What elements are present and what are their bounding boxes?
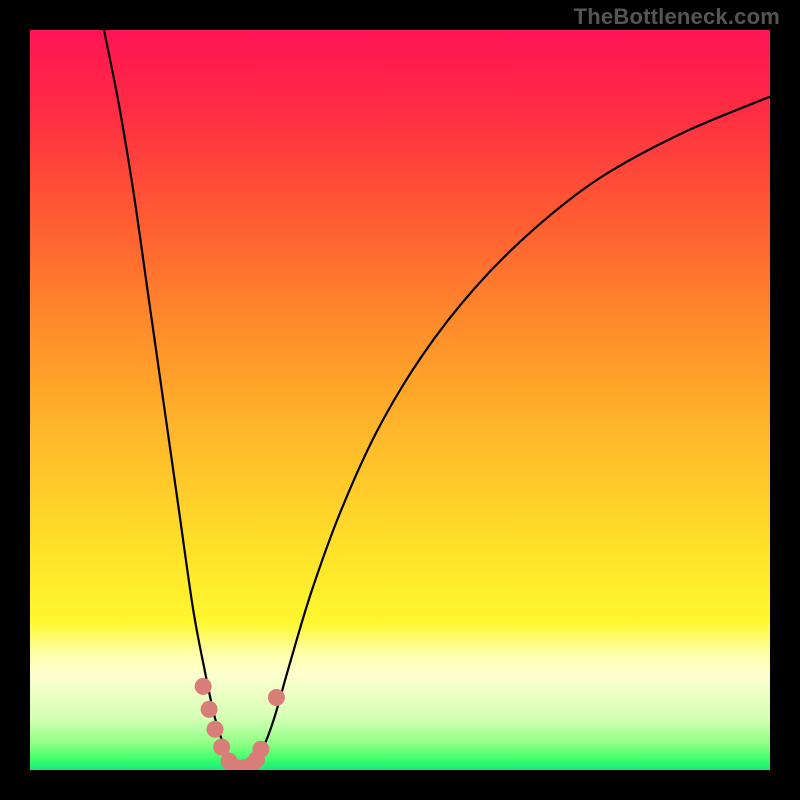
- watermark-label: TheBottleneck.com: [574, 4, 780, 30]
- highlight-marker: [252, 741, 269, 758]
- highlight-marker: [195, 678, 212, 695]
- highlight-marker: [207, 721, 224, 738]
- curve-layer: [30, 30, 770, 770]
- highlight-marker: [268, 689, 285, 706]
- right-branch-curve: [252, 97, 770, 767]
- plot-area: [30, 30, 770, 770]
- highlight-marker: [201, 701, 218, 718]
- chart-frame: TheBottleneck.com: [0, 0, 800, 800]
- left-branch-curve: [104, 30, 234, 766]
